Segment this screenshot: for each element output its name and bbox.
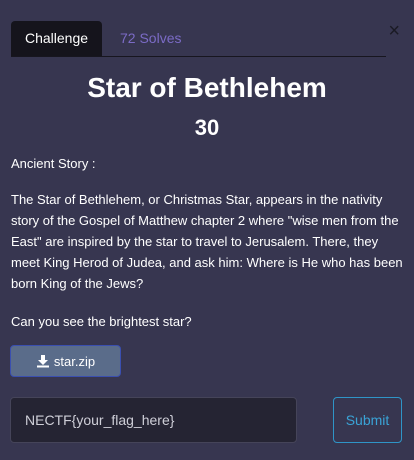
download-icon [36, 354, 50, 368]
download-file-label: star.zip [53, 353, 96, 369]
submit-button[interactable]: Submit [333, 397, 402, 443]
description-paragraph: The Star of Bethlehem, or Christmas Star… [11, 192, 403, 291]
challenge-points: 30 [194, 115, 220, 140]
challenge-title: Star of Bethlehem [87, 72, 327, 103]
description-question: Can you see the brightest star? [11, 314, 192, 329]
description-heading: Ancient Story : [11, 156, 96, 171]
modal-tabs: Challenge 72 Solves [11, 21, 386, 57]
flag-input[interactable] [10, 397, 297, 443]
tab-challenge[interactable]: Challenge [11, 21, 102, 56]
tab-solves[interactable]: 72 Solves [120, 21, 181, 56]
download-file-button[interactable]: star.zip [10, 345, 121, 377]
close-icon[interactable]: × [388, 21, 400, 41]
